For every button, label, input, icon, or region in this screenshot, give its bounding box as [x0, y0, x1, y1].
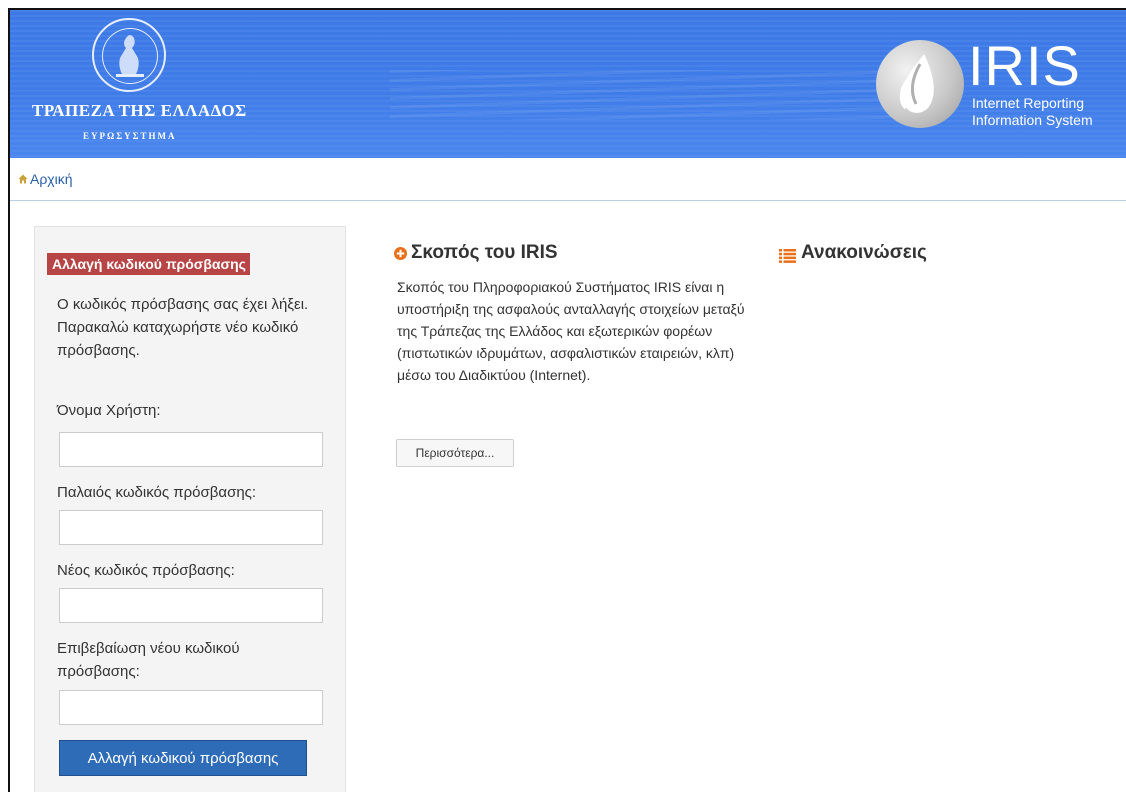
- system-subtitle: Internet Reporting Information System: [972, 95, 1093, 129]
- page-frame: ΤΡΑΠΕΖΑ ΤΗΣ ΕΛΛΑΔΟΣ ΕΥΡΩΣΥΣΤΗΜΑ IRIS Int…: [8, 8, 1126, 792]
- system-name: IRIS: [968, 34, 1081, 97]
- breadcrumb: Αρχική: [10, 158, 1126, 201]
- username-input[interactable]: [59, 432, 323, 467]
- plus-circle-icon: [394, 247, 407, 260]
- system-subtitle-line1: Internet Reporting: [972, 95, 1085, 111]
- confirm-password-label: Επιβεβαίωση νέου κωδικού πρόσβασης:: [57, 640, 240, 680]
- system-subtitle-line2: Information System: [972, 112, 1093, 128]
- bank-of-greece-seal-icon: [92, 18, 166, 92]
- panel-title: Αλλαγή κωδικού πρόσβασης: [47, 253, 250, 275]
- expired-password-message: Ο κωδικός πρόσβασης σας έχει λήξει. Παρα…: [57, 296, 309, 359]
- site-header: ΤΡΑΠΕΖΑ ΤΗΣ ΕΛΛΑΔΟΣ ΕΥΡΩΣΥΣΤΗΜΑ IRIS Int…: [10, 10, 1126, 158]
- old-password-input[interactable]: [59, 510, 323, 545]
- purpose-text: Σκοπός του Πληροφοριακού Συστήματος IRIS…: [397, 279, 745, 383]
- list-icon: [779, 249, 796, 263]
- bank-subtitle: ΕΥΡΩΣΥΣΤΗΜΑ: [83, 131, 177, 141]
- confirm-password-input[interactable]: [59, 690, 323, 725]
- bank-name: ΤΡΑΠΕΖΑ ΤΗΣ ΕΛΛΑΔΟΣ: [32, 101, 247, 120]
- iris-drop-logo-icon: [876, 40, 964, 128]
- announcements-title: Ανακοινώσεις: [801, 242, 927, 263]
- purpose-title: Σκοπός του IRIS: [411, 242, 558, 263]
- old-password-label: Παλαιός κωδικός πρόσβασης:: [57, 484, 257, 501]
- change-password-panel: Αλλαγή κωδικού πρόσβασης Ο κωδικός πρόσβ…: [34, 226, 346, 792]
- home-icon: [18, 174, 28, 184]
- username-label: Όνομα Χρήστη:: [57, 402, 161, 419]
- more-button[interactable]: Περισσότερα...: [396, 439, 514, 467]
- breadcrumb-home-link[interactable]: Αρχική: [30, 171, 73, 187]
- change-password-button[interactable]: Αλλαγή κωδικού πρόσβασης: [59, 740, 307, 776]
- new-password-input[interactable]: [59, 588, 323, 623]
- new-password-label: Νέος κωδικός πρόσβασης:: [57, 562, 235, 579]
